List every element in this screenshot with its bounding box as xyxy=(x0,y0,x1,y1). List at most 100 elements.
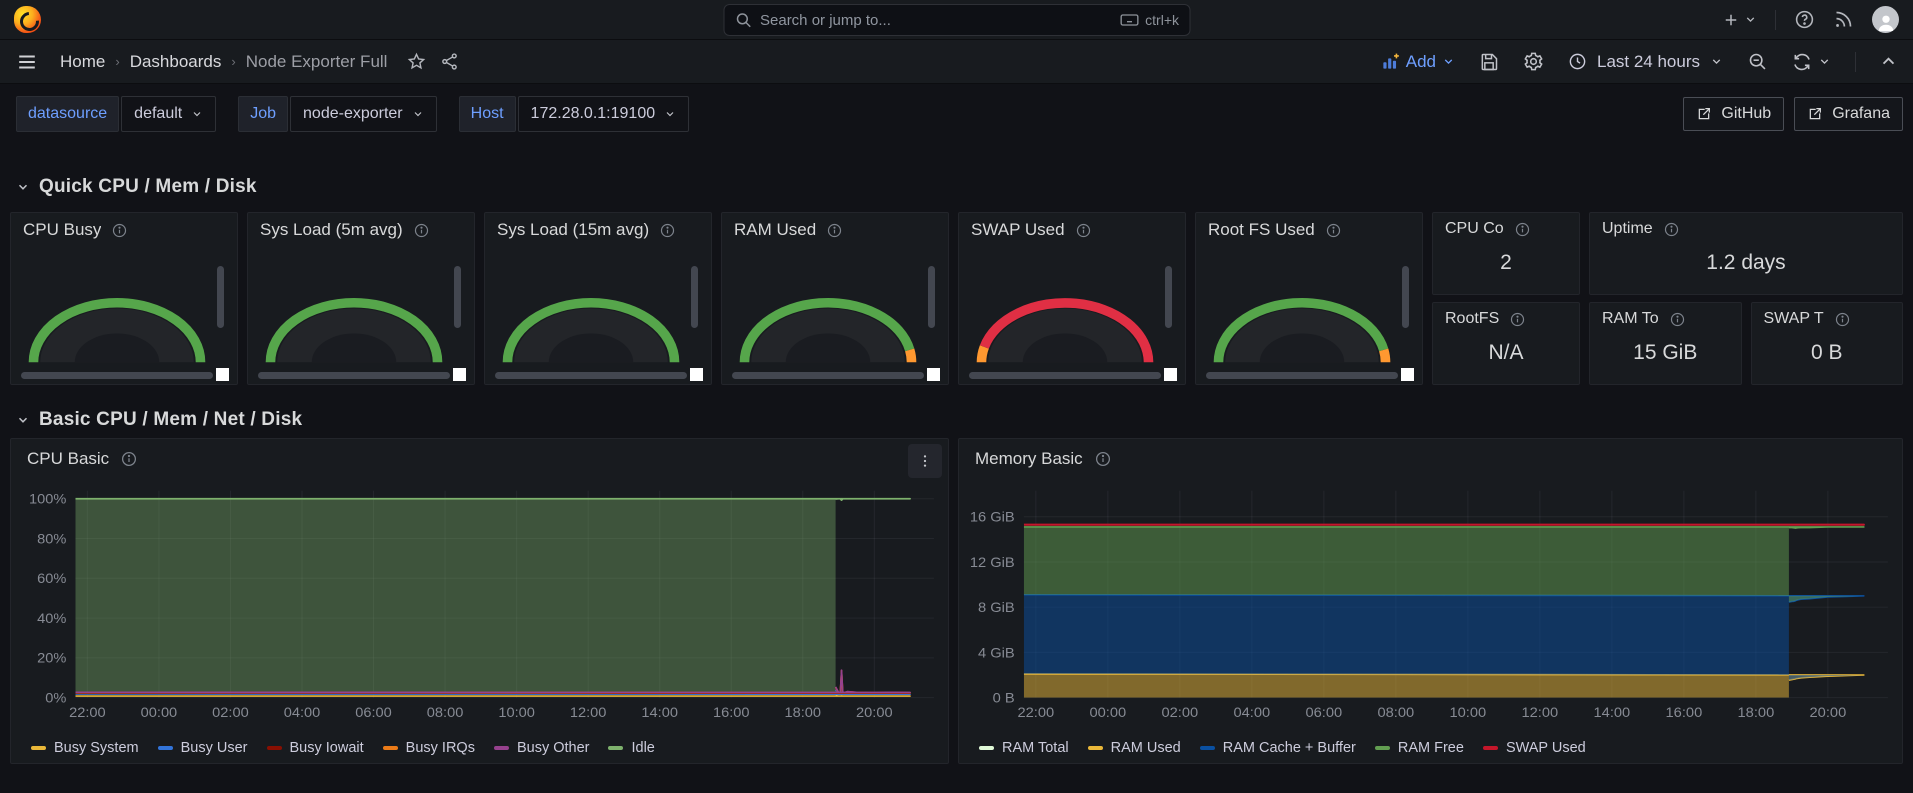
memory-basic-chart[interactable]: 0 B4 GiB8 GiB12 GiB16 GiB22:0000:0002:00… xyxy=(963,481,1896,723)
dashboard-settings-button[interactable] xyxy=(1523,51,1544,72)
collapse-toolbar-icon[interactable] xyxy=(1880,53,1897,70)
variable-value-dropdown[interactable]: node-exporter xyxy=(290,96,437,132)
legend-item-busy-system[interactable]: Busy System xyxy=(31,740,139,756)
mega-menu-icon[interactable] xyxy=(16,51,38,73)
new-button[interactable] xyxy=(1722,11,1757,29)
time-range-picker[interactable]: Last 24 hours xyxy=(1568,52,1723,72)
breadcrumb: Home › Dashboards › Node Exporter Full xyxy=(60,52,387,72)
panel-title[interactable]: RootFS xyxy=(1445,310,1499,328)
legend-item-ram-used[interactable]: RAM Used xyxy=(1088,740,1181,756)
breadcrumb-separator: › xyxy=(115,54,119,69)
star-icon[interactable] xyxy=(407,52,426,71)
section-basic-cpu-mem-net-disk[interactable]: Basic CPU / Mem / Net / Disk xyxy=(16,409,1903,431)
timeseries-row: CPU Basic 0%20%40%60%80%100%22:0000:0002… xyxy=(10,438,1903,764)
info-icon[interactable] xyxy=(1514,221,1531,238)
link-button-github[interactable]: GitHub xyxy=(1683,97,1784,131)
user-avatar[interactable] xyxy=(1872,6,1899,33)
vertical-scrollbar[interactable] xyxy=(1165,266,1172,328)
panel-title[interactable]: RAM To xyxy=(1602,310,1659,328)
svg-text:12 GiB: 12 GiB xyxy=(970,555,1015,571)
external-link-icon xyxy=(1807,106,1823,122)
vertical-scrollbar[interactable] xyxy=(1402,266,1409,328)
legend-item-ram-cache-buffer[interactable]: RAM Cache + Buffer xyxy=(1200,740,1356,756)
panel-title[interactable]: SWAP T xyxy=(1764,310,1824,328)
svg-text:16:00: 16:00 xyxy=(1666,705,1703,721)
panel-title[interactable]: Root FS Used xyxy=(1208,220,1315,240)
horizontal-scrollbar[interactable] xyxy=(969,372,1161,379)
legend-item-ram-free[interactable]: RAM Free xyxy=(1375,740,1464,756)
info-icon[interactable] xyxy=(1075,222,1092,239)
panel-title[interactable]: Memory Basic xyxy=(975,449,1083,469)
svg-text:04:00: 04:00 xyxy=(1233,705,1270,721)
help-icon[interactable] xyxy=(1794,9,1815,30)
legend-swatch xyxy=(1483,746,1498,751)
horizontal-scrollbar[interactable] xyxy=(1206,372,1398,379)
chevron-down-icon xyxy=(1710,55,1723,68)
svg-text:04:00: 04:00 xyxy=(284,705,321,721)
panel-title[interactable]: SWAP Used xyxy=(971,220,1065,240)
horizontal-scrollbar[interactable] xyxy=(732,372,924,379)
share-icon[interactable] xyxy=(440,52,459,71)
info-icon[interactable] xyxy=(120,450,138,468)
horizontal-scrollbar[interactable] xyxy=(495,372,687,379)
info-icon[interactable] xyxy=(1325,222,1342,239)
panel-menu-icon[interactable] xyxy=(908,444,942,478)
save-dashboard-button[interactable] xyxy=(1479,52,1499,72)
panel-title[interactable]: Sys Load (15m avg) xyxy=(497,220,649,240)
zoom-out-time-button[interactable] xyxy=(1747,51,1768,72)
info-icon[interactable] xyxy=(413,222,430,239)
stat-value: 0 B xyxy=(1752,328,1903,384)
search-input[interactable]: Search or jump to... ctrl+k xyxy=(723,4,1190,36)
vertical-scrollbar[interactable] xyxy=(217,266,224,328)
horizontal-scrollbar[interactable] xyxy=(258,372,450,379)
time-range-label: Last 24 hours xyxy=(1597,52,1700,72)
panel-title[interactable]: RAM Used xyxy=(734,220,816,240)
variable-value-dropdown[interactable]: default xyxy=(121,96,216,132)
gear-icon xyxy=(1523,51,1544,72)
legend-item-busy-other[interactable]: Busy Other xyxy=(494,740,590,756)
legend-item-busy-iowait[interactable]: Busy Iowait xyxy=(267,740,364,756)
info-icon[interactable] xyxy=(1663,221,1680,238)
stat-panel-rootfs: RootFSN/A xyxy=(1432,302,1580,385)
svg-text:20%: 20% xyxy=(37,651,66,667)
vertical-scrollbar[interactable] xyxy=(691,266,698,328)
panel-title[interactable]: CPU Co xyxy=(1445,220,1504,238)
legend-item-swap-used[interactable]: SWAP Used xyxy=(1483,740,1586,756)
section-quick-cpu-mem-disk[interactable]: Quick CPU / Mem / Disk xyxy=(16,176,1903,198)
refresh-button[interactable] xyxy=(1792,52,1831,72)
horizontal-scrollbar[interactable] xyxy=(21,372,213,379)
svg-text:0 B: 0 B xyxy=(993,691,1015,707)
panel-title[interactable]: CPU Basic xyxy=(27,449,109,469)
panel-title[interactable]: Uptime xyxy=(1602,220,1653,238)
vertical-scrollbar[interactable] xyxy=(928,266,935,328)
info-icon[interactable] xyxy=(111,222,128,239)
svg-text:14:00: 14:00 xyxy=(1593,705,1630,721)
gauge-arc xyxy=(969,249,1161,369)
link-button-grafana[interactable]: Grafana xyxy=(1794,97,1903,131)
panel-title[interactable]: Sys Load (5m avg) xyxy=(260,220,403,240)
legend-item-busy-user[interactable]: Busy User xyxy=(158,740,248,756)
cpu-basic-chart[interactable]: 0%20%40%60%80%100%22:0000:0002:0004:0006… xyxy=(15,481,942,723)
info-icon[interactable] xyxy=(1669,311,1686,328)
info-icon[interactable] xyxy=(1509,311,1526,328)
news-icon[interactable] xyxy=(1833,9,1854,30)
nav-right-actions xyxy=(1722,6,1899,33)
legend-swatch xyxy=(383,746,398,751)
info-icon[interactable] xyxy=(659,222,676,239)
legend-item-busy-irqs[interactable]: Busy IRQs xyxy=(383,740,475,756)
gauge-panel-sys-load-5m-avg-: Sys Load (5m avg) xyxy=(247,212,475,385)
legend-item-ram-total[interactable]: RAM Total xyxy=(979,740,1069,756)
vertical-scrollbar[interactable] xyxy=(454,266,461,328)
svg-text:06:00: 06:00 xyxy=(1305,705,1342,721)
add-panel-button[interactable]: Add xyxy=(1381,52,1455,72)
breadcrumb-home[interactable]: Home xyxy=(60,52,105,72)
info-icon[interactable] xyxy=(826,222,843,239)
breadcrumb-dashboards[interactable]: Dashboards xyxy=(130,52,222,72)
panel-title[interactable]: CPU Busy xyxy=(23,220,101,240)
variable-job: Jobnode-exporter xyxy=(238,96,436,132)
variable-value-dropdown[interactable]: 172.28.0.1:19100 xyxy=(518,96,690,132)
info-icon[interactable] xyxy=(1094,450,1112,468)
legend-item-idle[interactable]: Idle xyxy=(608,740,654,756)
info-icon[interactable] xyxy=(1834,311,1851,328)
grafana-logo-icon[interactable] xyxy=(14,6,41,33)
